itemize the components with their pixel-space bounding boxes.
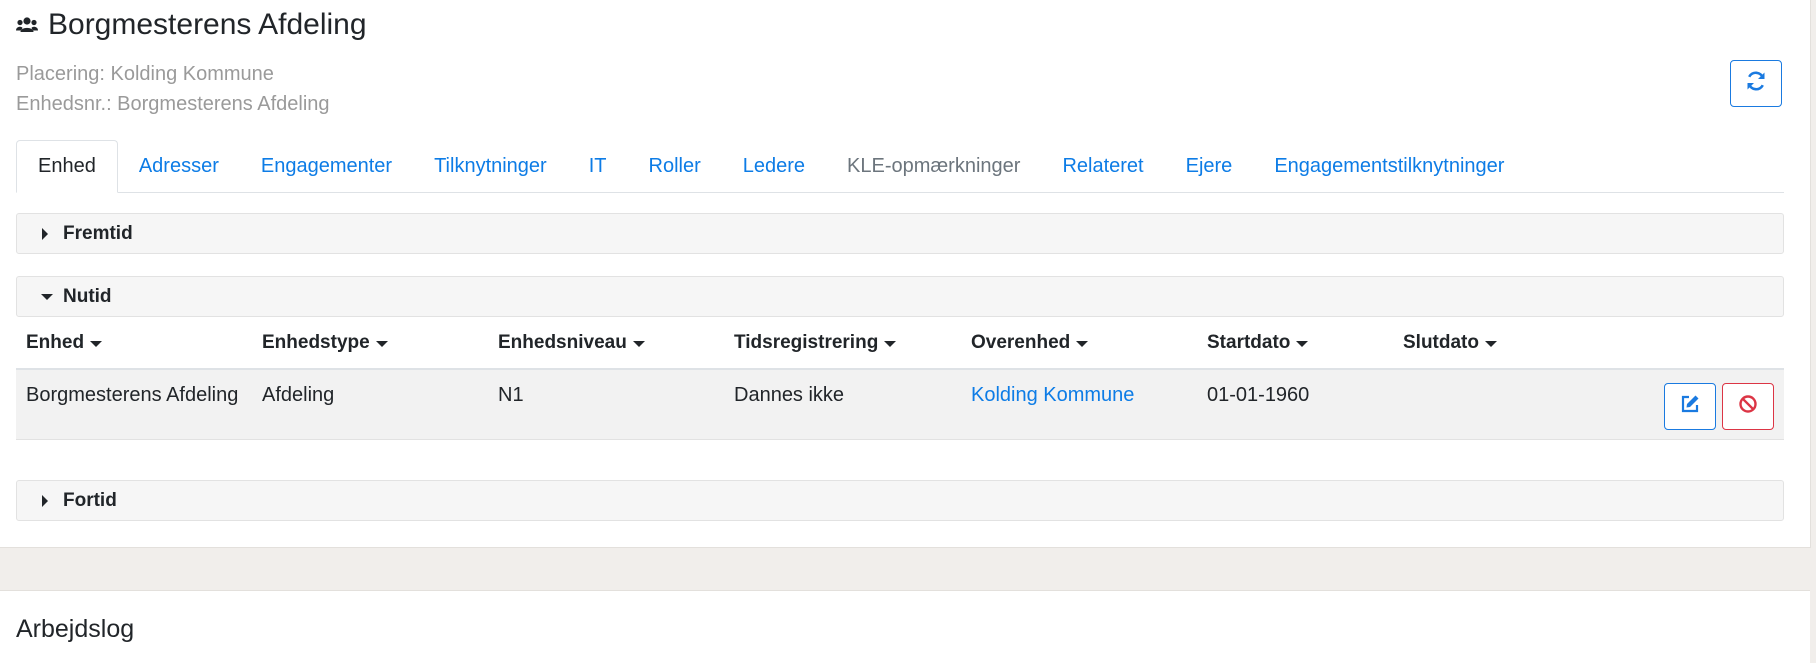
placering-text: Placering: Kolding Kommune xyxy=(16,63,274,85)
worklog-card: Arbejdslog xyxy=(0,590,1810,663)
page-header: Borgmesterens Afdeling xyxy=(16,8,367,42)
column-overenhed-label: Overenhed xyxy=(971,332,1071,353)
column-startdato[interactable]: Startdato xyxy=(1207,332,1309,354)
section-fremtid-toggle[interactable]: Fremtid xyxy=(16,213,1784,254)
column-slutdato[interactable]: Slutdato xyxy=(1403,332,1497,354)
sort-caret-icon xyxy=(1485,332,1497,354)
sort-caret-icon xyxy=(632,332,645,354)
ban-icon xyxy=(1738,394,1758,419)
tab-ejere[interactable]: Ejere xyxy=(1165,140,1254,192)
section-fremtid-label: Fremtid xyxy=(63,222,133,244)
cell-tidsregistrering: Dannes ikke xyxy=(734,384,845,406)
edit-icon xyxy=(1680,394,1700,419)
tab-roller[interactable]: Roller xyxy=(628,140,722,192)
unit-details-card: Borgmesterens Afdeling Placering: Koldin… xyxy=(0,0,1811,548)
column-tidsregistrering[interactable]: Tidsregistrering xyxy=(734,332,897,354)
sort-caret-icon xyxy=(90,332,103,354)
tab-engagementstilknytninger[interactable]: Engagementstilknytninger xyxy=(1253,140,1525,192)
tab-kle-opmaerkninger: KLE-opmærkninger xyxy=(847,154,1021,177)
tab-enhed[interactable]: Enhed xyxy=(16,140,118,193)
caret-right-icon xyxy=(41,494,53,507)
column-slutdato-label: Slutdato xyxy=(1403,332,1479,353)
column-enhedsniveau-label: Enhedsniveau xyxy=(498,332,627,353)
worklog-title: Arbejdslog xyxy=(16,615,135,643)
refresh-icon xyxy=(1745,70,1767,97)
section-fortid-label: Fortid xyxy=(63,489,117,511)
delete-button[interactable] xyxy=(1722,383,1774,430)
caret-right-icon xyxy=(41,227,53,240)
enhedsnr-text: Enhedsnr.: Borgmesterens Afdeling xyxy=(16,93,330,115)
column-startdato-label: Startdato xyxy=(1207,332,1291,353)
tab-tilknytninger[interactable]: Tilknytninger xyxy=(413,140,568,192)
sort-caret-icon xyxy=(1076,332,1089,354)
column-enhed[interactable]: Enhed xyxy=(26,332,103,354)
edit-button[interactable] xyxy=(1664,383,1716,430)
refresh-button[interactable] xyxy=(1730,60,1782,107)
table-header: Enhed Enhedstype Enhedsniveau Tidsregist… xyxy=(16,320,1784,370)
tab-bar: Enhed Adresser Engagementer Tilknytninge… xyxy=(16,140,1784,193)
tab-engagementer[interactable]: Engagementer xyxy=(240,140,413,192)
tab-adresser[interactable]: Adresser xyxy=(118,140,240,192)
column-tidsregistrering-label: Tidsregistrering xyxy=(734,332,879,353)
cell-enhedstype: Afdeling xyxy=(262,384,335,406)
section-nutid-label: Nutid xyxy=(63,285,112,307)
column-overenhed[interactable]: Overenhed xyxy=(971,332,1089,354)
cell-enhedsniveau: N1 xyxy=(498,384,524,406)
section-fortid-toggle[interactable]: Fortid xyxy=(16,480,1784,521)
section-nutid-toggle[interactable]: Nutid xyxy=(16,276,1784,317)
caret-down-icon xyxy=(41,293,53,301)
tab-relateret[interactable]: Relateret xyxy=(1041,140,1164,192)
sort-caret-icon xyxy=(884,332,897,354)
tab-ledere[interactable]: Ledere xyxy=(722,140,826,192)
column-enhedstype[interactable]: Enhedstype xyxy=(262,332,388,354)
cell-enhed: Borgmesterens Afdeling xyxy=(26,384,239,406)
column-enhedsniveau[interactable]: Enhedsniveau xyxy=(498,332,645,354)
sort-caret-icon xyxy=(1296,332,1309,354)
column-enhed-label: Enhed xyxy=(26,332,85,353)
cell-overenhed-link[interactable]: Kolding Kommune xyxy=(971,384,1134,407)
column-enhedstype-label: Enhedstype xyxy=(262,332,370,353)
users-icon xyxy=(16,16,38,34)
cell-startdato: 01-01-1960 xyxy=(1207,384,1310,406)
tab-it[interactable]: IT xyxy=(568,140,628,192)
table-row: Borgmesterens Afdeling Afdeling N1 Danne… xyxy=(16,370,1784,440)
page-title: Borgmesterens Afdeling xyxy=(48,8,367,41)
sort-caret-icon xyxy=(375,332,388,354)
